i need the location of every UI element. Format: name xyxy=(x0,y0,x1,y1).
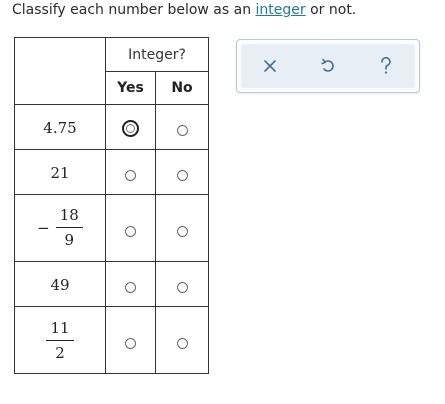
yes-cell xyxy=(105,104,156,150)
denominator: 2 xyxy=(55,344,65,362)
integer-column-header: Integer? xyxy=(105,37,209,72)
no-radio[interactable] xyxy=(176,124,188,136)
undo-icon xyxy=(321,58,334,72)
yes-radio[interactable] xyxy=(122,119,139,137)
yes-cell xyxy=(105,149,156,195)
number-value: 49 xyxy=(50,275,70,294)
number-cell: 21 xyxy=(14,149,106,195)
toolbar-inner xyxy=(241,44,415,88)
answer-toolbar xyxy=(236,39,420,93)
no-cell xyxy=(155,149,209,195)
help-button[interactable] xyxy=(371,51,401,81)
table-row: − 18 9 xyxy=(14,194,209,262)
number-cell: 4.75 xyxy=(14,104,106,150)
help-icon xyxy=(381,57,391,74)
classification-table: Integer? Yes No 4.75 21 − 18 9 49 11 2 xyxy=(14,37,209,374)
number-cell: 11 2 xyxy=(14,306,106,374)
number-cell: 49 xyxy=(14,261,106,307)
yes-cell xyxy=(105,306,156,374)
yes-column-header: Yes xyxy=(105,71,156,105)
no-cell xyxy=(155,261,209,307)
no-cell xyxy=(155,306,209,374)
yes-cell xyxy=(105,261,156,307)
no-radio[interactable] xyxy=(176,337,188,349)
instruction-text: Classify each number below as an integer… xyxy=(12,2,356,18)
corner-cell xyxy=(14,37,106,105)
number-value: 4.75 xyxy=(43,118,77,137)
no-cell xyxy=(155,194,209,262)
undo-button[interactable] xyxy=(313,51,343,81)
fraction: 11 2 xyxy=(46,320,74,362)
no-radio[interactable] xyxy=(176,225,188,237)
numerator: 11 xyxy=(46,320,74,341)
yes-cell xyxy=(105,194,156,262)
numerator: 18 xyxy=(55,207,83,228)
number-cell: − 18 9 xyxy=(14,194,106,262)
yes-radio[interactable] xyxy=(125,281,136,293)
number-value: 21 xyxy=(50,163,70,182)
no-cell xyxy=(155,104,209,150)
fraction-value: − 18 9 xyxy=(37,207,83,249)
integer-definition-link[interactable]: integer xyxy=(256,2,306,18)
no-radio[interactable] xyxy=(176,281,188,293)
table-row: 49 xyxy=(14,261,209,307)
denominator: 9 xyxy=(64,231,75,249)
table-row: 11 2 xyxy=(14,306,209,374)
instruction-prefix: Classify each number below as an xyxy=(12,2,256,18)
no-column-header: No xyxy=(155,71,209,105)
clear-button[interactable] xyxy=(255,51,285,81)
minus-sign: − xyxy=(37,219,50,237)
table-row: 4.75 xyxy=(14,104,209,150)
fraction: 18 9 xyxy=(55,207,83,249)
fraction-value: 11 2 xyxy=(46,320,74,362)
yes-radio[interactable] xyxy=(125,169,136,181)
close-icon xyxy=(264,60,276,72)
no-radio[interactable] xyxy=(176,169,188,181)
instruction-suffix: or not. xyxy=(305,2,357,18)
yes-radio[interactable] xyxy=(125,225,136,237)
table-row: 21 xyxy=(14,149,209,195)
yes-radio[interactable] xyxy=(125,337,136,349)
